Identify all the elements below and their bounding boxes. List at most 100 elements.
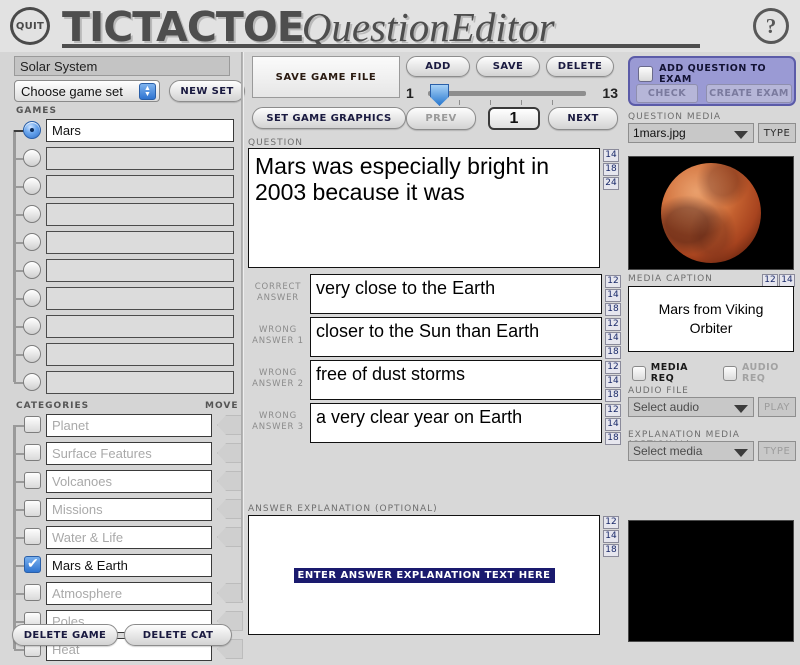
- move-category-button[interactable]: [217, 499, 243, 519]
- game-row[interactable]: [10, 370, 234, 395]
- delete-button[interactable]: DELETE: [546, 56, 614, 77]
- category-checkbox[interactable]: [24, 444, 41, 461]
- game-row[interactable]: [10, 202, 234, 227]
- category-checkbox[interactable]: [24, 584, 41, 601]
- move-category-button[interactable]: [217, 443, 243, 463]
- game-row[interactable]: [10, 230, 234, 255]
- game-radio[interactable]: [23, 261, 41, 279]
- font-size-button[interactable]: 12: [605, 318, 621, 331]
- game-set-select[interactable]: Choose game set ▲ ▼: [14, 80, 160, 102]
- next-button[interactable]: NEXT: [548, 107, 618, 130]
- font-size-button[interactable]: 12: [605, 404, 621, 417]
- question-media-select[interactable]: 1mars.jpg: [628, 123, 754, 143]
- category-name-field[interactable]: Planet: [46, 414, 212, 437]
- game-name-field[interactable]: [46, 231, 234, 254]
- font-size-button[interactable]: 14: [605, 418, 621, 431]
- set-game-graphics-button[interactable]: SET GAME GRAPHICS: [252, 107, 406, 129]
- game-radio[interactable]: [23, 373, 41, 391]
- game-radio[interactable]: [23, 177, 41, 195]
- question-number-field[interactable]: 1: [488, 107, 540, 130]
- font-size-button[interactable]: 14: [605, 289, 621, 302]
- media-caption-input[interactable]: Mars from Viking Orbiter: [628, 286, 794, 352]
- add-question-to-exam-checkbox[interactable]: [638, 66, 654, 82]
- explanation-media-select[interactable]: Select media: [628, 441, 754, 461]
- play-button[interactable]: PLAY: [758, 397, 796, 417]
- game-row[interactable]: [10, 258, 234, 283]
- game-row[interactable]: [10, 286, 234, 311]
- category-name-field[interactable]: Mars & Earth: [46, 554, 212, 577]
- category-checkbox[interactable]: [24, 472, 41, 489]
- game-radio[interactable]: [23, 345, 41, 363]
- move-category-button[interactable]: [217, 583, 243, 603]
- quit-button[interactable]: QUIT: [10, 7, 50, 45]
- help-icon[interactable]: ?: [753, 8, 789, 44]
- category-name-field[interactable]: Volcanoes: [46, 470, 212, 493]
- font-size-button[interactable]: 14: [605, 332, 621, 345]
- font-size-button[interactable]: 18: [605, 303, 621, 316]
- game-radio[interactable]: [23, 149, 41, 167]
- game-name-field[interactable]: [46, 203, 234, 226]
- font-size-button[interactable]: 18: [605, 346, 621, 359]
- category-name-field[interactable]: Atmosphere: [46, 582, 212, 605]
- font-size-button[interactable]: 12: [603, 516, 619, 529]
- game-name-field[interactable]: [46, 259, 234, 282]
- font-size-button[interactable]: 18: [603, 163, 619, 176]
- answer-input[interactable]: free of dust storms: [310, 360, 602, 400]
- explanation-media-type-button[interactable]: TYPE: [758, 441, 796, 461]
- font-size-button[interactable]: 14: [605, 375, 621, 388]
- font-size-button[interactable]: 14: [603, 149, 619, 162]
- set-name-field[interactable]: Solar System: [14, 56, 230, 76]
- font-size-button[interactable]: 14: [603, 530, 619, 543]
- category-row[interactable]: Mars & Earth: [10, 553, 240, 578]
- category-row[interactable]: Atmosphere: [10, 581, 243, 606]
- question-media-type-button[interactable]: TYPE: [758, 123, 796, 143]
- font-size-button[interactable]: 24: [603, 177, 619, 190]
- game-name-field[interactable]: [46, 287, 234, 310]
- font-size-button[interactable]: 18: [605, 432, 621, 445]
- category-name-field[interactable]: Missions: [46, 498, 212, 521]
- slider-track[interactable]: [428, 91, 586, 96]
- move-category-button[interactable]: [217, 415, 243, 435]
- answer-input[interactable]: very close to the Earth: [310, 274, 602, 314]
- category-row[interactable]: Planet: [10, 413, 243, 438]
- new-set-button[interactable]: NEW SET: [169, 80, 245, 102]
- game-name-field[interactable]: [46, 371, 234, 394]
- category-name-field[interactable]: Surface Features: [46, 442, 212, 465]
- category-checkbox[interactable]: [24, 555, 41, 573]
- game-name-field[interactable]: [46, 343, 234, 366]
- category-checkbox[interactable]: [24, 500, 41, 517]
- font-size-button[interactable]: 12: [605, 275, 621, 288]
- category-checkbox[interactable]: [24, 416, 41, 433]
- game-row[interactable]: [10, 314, 234, 339]
- game-row[interactable]: [10, 174, 234, 199]
- audio-req-checkbox[interactable]: [723, 365, 737, 381]
- font-size-button[interactable]: 18: [603, 544, 619, 557]
- game-row[interactable]: Mars: [10, 118, 234, 143]
- audio-file-select[interactable]: Select audio: [628, 397, 754, 417]
- answer-input[interactable]: closer to the Sun than Earth: [310, 317, 602, 357]
- question-slider[interactable]: 1 13: [406, 83, 618, 106]
- game-radio[interactable]: [23, 233, 41, 251]
- stepper-icon[interactable]: ▲ ▼: [139, 83, 156, 100]
- game-radio[interactable]: [23, 205, 41, 223]
- explanation-input[interactable]: ENTER ANSWER EXPLANATION TEXT HERE: [248, 515, 600, 635]
- game-name-field[interactable]: [46, 175, 234, 198]
- category-checkbox[interactable]: [24, 528, 41, 545]
- move-category-button[interactable]: [217, 527, 243, 547]
- game-name-field[interactable]: [46, 315, 234, 338]
- add-button[interactable]: ADD: [406, 56, 470, 77]
- add-question-to-exam-row[interactable]: ADD QUESTION TO EXAM: [638, 63, 794, 85]
- category-row[interactable]: Volcanoes: [10, 469, 243, 494]
- game-name-field[interactable]: Mars: [46, 119, 234, 142]
- game-row[interactable]: [10, 342, 234, 367]
- save-game-file-button[interactable]: SAVE GAME FILE: [252, 56, 400, 98]
- media-req-checkbox[interactable]: [632, 365, 646, 381]
- category-row[interactable]: Water & Life: [10, 525, 243, 550]
- font-size-button[interactable]: 12: [605, 361, 621, 374]
- answer-input[interactable]: a very clear year on Earth: [310, 403, 602, 443]
- delete-game-button[interactable]: DELETE GAME: [12, 624, 118, 646]
- category-name-field[interactable]: Water & Life: [46, 526, 212, 549]
- category-row[interactable]: Missions: [10, 497, 243, 522]
- game-radio[interactable]: [23, 121, 41, 139]
- game-row[interactable]: [10, 146, 234, 171]
